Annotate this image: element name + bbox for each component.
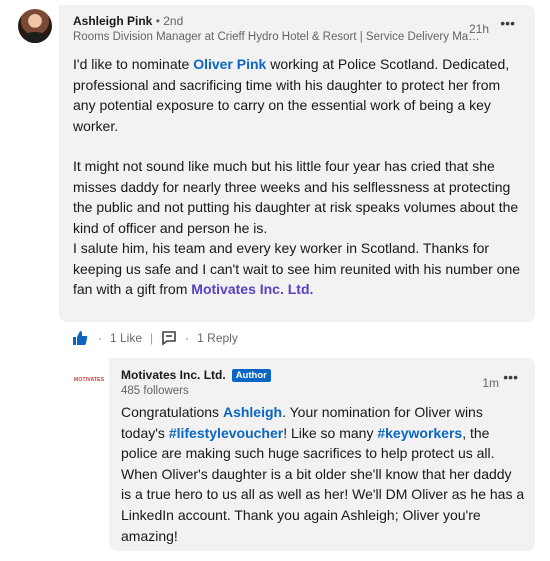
mention-link[interactable]: Ashleigh xyxy=(223,404,282,420)
reply-bubble: Motivates Inc. Ltd. Author 485 followers… xyxy=(109,358,535,551)
company-link[interactable]: Motivates Inc. Ltd. xyxy=(191,281,313,297)
like-count[interactable]: 1 Like xyxy=(110,331,142,345)
connection-degree: • 2nd xyxy=(155,14,184,28)
reply-author-name[interactable]: Motivates Inc. Ltd. xyxy=(121,368,226,382)
comment-paragraph-1: I'd like to nominate Oliver Pink working… xyxy=(73,54,523,136)
comment-timestamp: 21h xyxy=(468,22,489,36)
author-badge: Author xyxy=(231,368,271,382)
comment-author-name[interactable]: Ashleigh Pink xyxy=(73,14,152,28)
separator-dot: · xyxy=(98,331,102,345)
reply-timestamp: 1m xyxy=(482,376,499,390)
comment-author-headline: Rooms Division Manager at Crieff Hydro H… xyxy=(73,31,483,43)
reply-text-part: , the police are making such huge sacrif… xyxy=(121,424,525,544)
mention-link[interactable]: Oliver Pink xyxy=(193,56,266,72)
separator-dot: · xyxy=(185,331,190,345)
reply-text-part: Congratulations xyxy=(121,404,223,420)
hashtag-link[interactable]: #keyworkers xyxy=(377,425,462,441)
avatar[interactable] xyxy=(18,9,52,43)
comment-bubble: Ashleigh Pink • 2nd Rooms Division Manag… xyxy=(59,5,535,322)
comment-author-line: Ashleigh Pink • 2nd xyxy=(73,14,183,28)
like-thumb-icon[interactable] xyxy=(72,330,88,346)
reply-text-part: ! Like so many xyxy=(283,424,378,441)
reply-author-line: Motivates Inc. Ltd. Author xyxy=(121,368,271,382)
comment-paragraph-2: It might not sound like much but his lit… xyxy=(73,158,519,236)
reply-text: Congratulations Ashleigh. Your nominatio… xyxy=(121,402,525,546)
followers-count: 485 followers xyxy=(121,385,189,397)
comment-text: I'd like to nominate xyxy=(73,56,194,72)
reply-more-options-icon[interactable]: ••• xyxy=(503,369,518,385)
more-options-icon[interactable]: ••• xyxy=(500,15,515,31)
reply-count[interactable]: 1 Reply xyxy=(197,331,238,345)
reply-icon[interactable] xyxy=(161,330,177,346)
separator-bar: | xyxy=(150,331,154,345)
comment-paragraph-3: I salute him, his team and every key wor… xyxy=(73,238,523,300)
hashtag-link[interactable]: #lifestylevoucher xyxy=(169,425,283,441)
comment-actions: · 1 Like | · 1 Reply xyxy=(72,328,246,348)
motivates-logo[interactable]: MOTIVATES xyxy=(74,375,104,385)
